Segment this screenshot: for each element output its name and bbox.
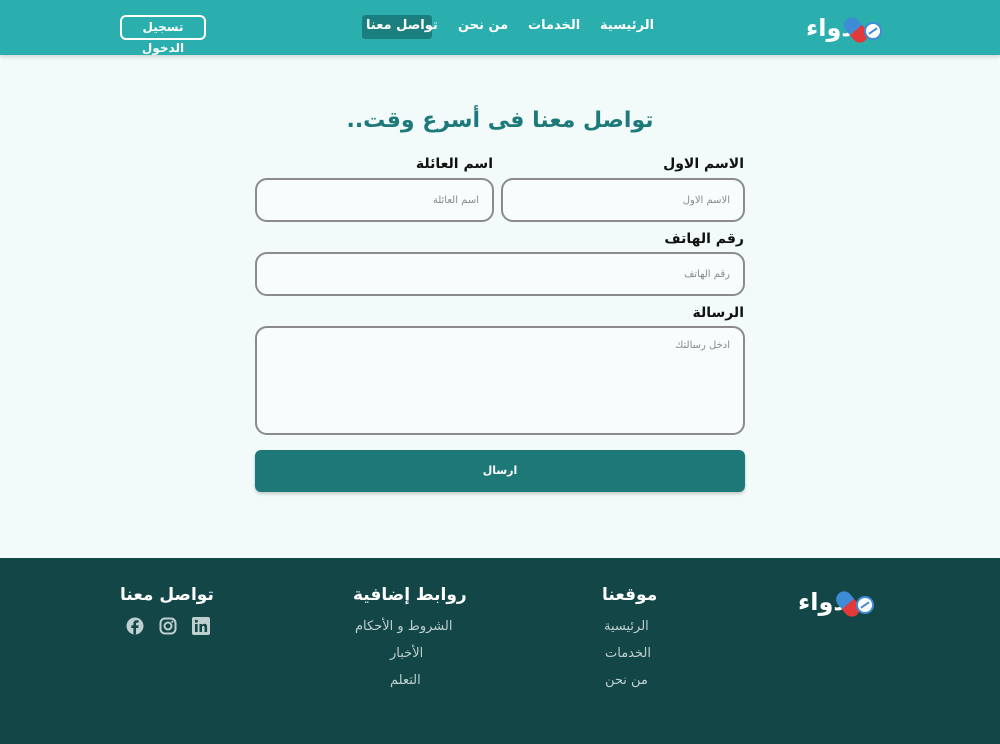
header-logo[interactable]: دواء [806, 12, 886, 46]
message-textarea[interactable] [255, 326, 745, 435]
footer-logo[interactable]: دواء [798, 586, 878, 620]
footer-extra-heading: روابط إضافية [353, 585, 467, 605]
last-name-input[interactable] [255, 178, 494, 222]
footer-link-news[interactable]: الأخبار [390, 646, 423, 661]
facebook-icon[interactable] [126, 617, 144, 635]
submit-button[interactable]: ارسال [255, 450, 745, 492]
nav-services[interactable]: الخدمات [528, 16, 580, 36]
instagram-icon[interactable] [159, 617, 177, 635]
login-button[interactable]: تسجيل الدخول [120, 15, 206, 55]
page-title: تواصل معنا فى أسرع وقت.. [346, 108, 654, 133]
tablet-icon [856, 596, 874, 614]
first-name-input[interactable] [501, 178, 745, 222]
nav-about[interactable]: من نحن [458, 16, 508, 36]
phone-input[interactable] [255, 252, 745, 296]
nav-contact[interactable]: تواصل معنا [366, 16, 438, 36]
phone-label: رقم الهاتف [664, 231, 744, 247]
footer-link-terms[interactable]: الشروط و الأحكام [355, 619, 452, 634]
last-name-label: اسم العائلة [415, 156, 493, 172]
tablet-icon [864, 22, 882, 40]
footer-link-services[interactable]: الخدمات [605, 646, 651, 661]
linkedin-icon[interactable] [192, 617, 210, 635]
footer-link-about[interactable]: من نحن [605, 673, 648, 688]
top-navbar: دواء الرئيسية الخدمات من نحن تواصل معنا … [0, 0, 1000, 55]
first-name-label: الاسم الاول [663, 156, 744, 172]
message-label: الرسالة [692, 305, 744, 321]
footer-link-learning[interactable]: التعلم [390, 673, 421, 688]
footer-contact-heading: تواصل معنا [120, 585, 214, 605]
footer-link-home[interactable]: الرئيسية [604, 619, 649, 634]
nav-home[interactable]: الرئيسية [600, 16, 654, 36]
footer-site-heading: موقعنا [602, 585, 658, 605]
